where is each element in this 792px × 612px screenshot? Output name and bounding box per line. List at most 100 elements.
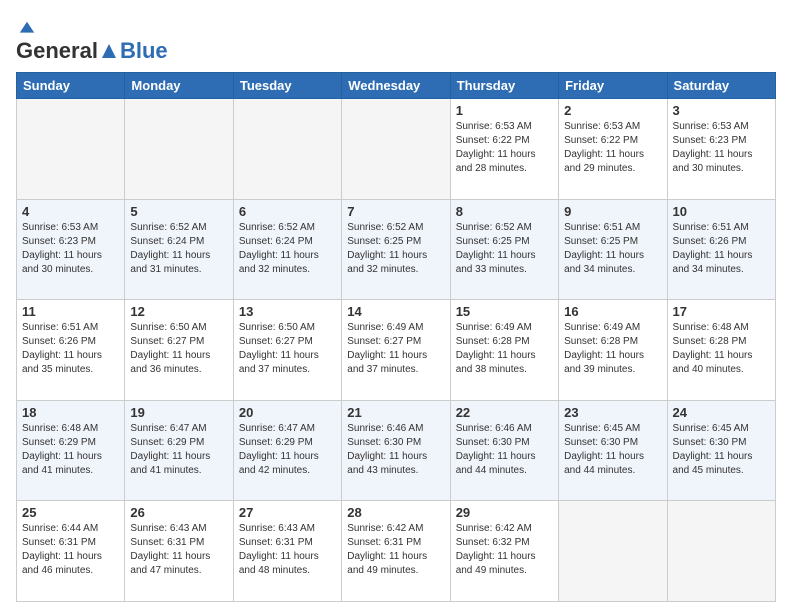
day-number: 15 <box>456 304 553 319</box>
day-number: 12 <box>130 304 227 319</box>
calendar-cell: 27 Sunrise: 6:43 AM Sunset: 6:31 PM Dayli… <box>233 501 341 602</box>
day-number: 1 <box>456 103 553 118</box>
day-number: 9 <box>564 204 661 219</box>
calendar-cell: 8Sunrise: 6:52 AM Sunset: 6:25 PM Daylig… <box>450 199 558 300</box>
day-number: 27 <box>239 505 336 520</box>
calendar-cell: 3 Sunrise: 6:53 AM Sunset: 6:23 PM Daylig… <box>667 99 775 200</box>
day-number: 2 <box>564 103 661 118</box>
day-info: Sunrise: 6:52 AM Sunset: 6:24 PM Dayligh… <box>130 221 227 277</box>
day-number: 5 <box>130 204 227 219</box>
day-number: 24 <box>673 405 770 420</box>
calendar-cell: 12 Sunrise: 6:50 AM Sunset: 6:27 PM Dayli… <box>125 300 233 401</box>
calendar-cell: 18 Sunrise: 6:48 AM Sunset: 6:29 PM Dayli… <box>17 400 125 501</box>
week-row-0: 1 Sunrise: 6:53 AM Sunset: 6:22 PM Daylig… <box>17 99 776 200</box>
calendar-cell: 25 Sunrise: 6:44 AM Sunset: 6:31 PM Dayli… <box>17 501 125 602</box>
calendar-cell: 5 Sunrise: 6:52 AM Sunset: 6:24 PM Daylig… <box>125 199 233 300</box>
day-number: 29 <box>456 505 553 520</box>
day-header-tuesday: Tuesday <box>233 73 341 99</box>
day-info: Sunrise: 6:42 AM Sunset: 6:32 PM Dayligh… <box>456 522 553 578</box>
day-info: Sunrise: 6:48 AM Sunset: 6:29 PM Dayligh… <box>22 422 119 478</box>
logo-icon <box>18 20 36 38</box>
day-number: 16 <box>564 304 661 319</box>
day-number: 3 <box>673 103 770 118</box>
day-info: Sunrise: 6:51 AM Sunset: 6:26 PM Dayligh… <box>673 221 770 277</box>
day-info: Sunrise: 6:52 AM Sunset: 6:24 PM Dayligh… <box>239 221 336 277</box>
calendar-cell <box>667 501 775 602</box>
day-info: Sunrise: 6:43 AM Sunset: 6:31 PM Dayligh… <box>239 522 336 578</box>
calendar-table: SundayMondayTuesdayWednesdayThursdayFrid… <box>16 72 776 602</box>
day-number: 7 <box>347 204 444 219</box>
logo: General Blue <box>16 16 168 64</box>
calendar-cell <box>559 501 667 602</box>
calendar-cell: 23Sunrise: 6:45 AM Sunset: 6:30 PM Dayli… <box>559 400 667 501</box>
day-number: 20 <box>239 405 336 420</box>
logo-blue-text: Blue <box>120 38 168 64</box>
calendar-cell: 10 Sunrise: 6:51 AM Sunset: 6:26 PM Dayli… <box>667 199 775 300</box>
day-info: Sunrise: 6:53 AM Sunset: 6:23 PM Dayligh… <box>22 221 119 277</box>
day-info: Sunrise: 6:49 AM Sunset: 6:27 PM Dayligh… <box>347 321 444 377</box>
page: General Blue SundayMondayTuesdayWednesda… <box>0 0 792 612</box>
calendar-cell: 2 Sunrise: 6:53 AM Sunset: 6:22 PM Daylig… <box>559 99 667 200</box>
calendar-cell: 1 Sunrise: 6:53 AM Sunset: 6:22 PM Daylig… <box>450 99 558 200</box>
day-info: Sunrise: 6:47 AM Sunset: 6:29 PM Dayligh… <box>130 422 227 478</box>
day-info: Sunrise: 6:49 AM Sunset: 6:28 PM Dayligh… <box>456 321 553 377</box>
day-header-friday: Friday <box>559 73 667 99</box>
day-header-wednesday: Wednesday <box>342 73 450 99</box>
day-info: Sunrise: 6:45 AM Sunset: 6:30 PM Dayligh… <box>564 422 661 478</box>
day-info: Sunrise: 6:50 AM Sunset: 6:27 PM Dayligh… <box>130 321 227 377</box>
calendar-cell <box>342 99 450 200</box>
day-number: 25 <box>22 505 119 520</box>
day-header-thursday: Thursday <box>450 73 558 99</box>
calendar-cell: 7Sunrise: 6:52 AM Sunset: 6:25 PM Daylig… <box>342 199 450 300</box>
day-info: Sunrise: 6:46 AM Sunset: 6:30 PM Dayligh… <box>456 422 553 478</box>
calendar-cell: 26 Sunrise: 6:43 AM Sunset: 6:31 PM Dayli… <box>125 501 233 602</box>
week-row-1: 4 Sunrise: 6:53 AM Sunset: 6:23 PM Daylig… <box>17 199 776 300</box>
day-header-sunday: Sunday <box>17 73 125 99</box>
day-info: Sunrise: 6:44 AM Sunset: 6:31 PM Dayligh… <box>22 522 119 578</box>
calendar-cell: 19 Sunrise: 6:47 AM Sunset: 6:29 PM Dayli… <box>125 400 233 501</box>
day-info: Sunrise: 6:53 AM Sunset: 6:22 PM Dayligh… <box>564 120 661 176</box>
day-number: 22 <box>456 405 553 420</box>
day-number: 11 <box>22 304 119 319</box>
day-info: Sunrise: 6:46 AM Sunset: 6:30 PM Dayligh… <box>347 422 444 478</box>
calendar-cell: 9 Sunrise: 6:51 AM Sunset: 6:25 PM Daylig… <box>559 199 667 300</box>
calendar-cell: 22 Sunrise: 6:46 AM Sunset: 6:30 PM Dayli… <box>450 400 558 501</box>
day-info: Sunrise: 6:53 AM Sunset: 6:22 PM Dayligh… <box>456 120 553 176</box>
day-number: 19 <box>130 405 227 420</box>
day-number: 28 <box>347 505 444 520</box>
day-info: Sunrise: 6:42 AM Sunset: 6:31 PM Dayligh… <box>347 522 444 578</box>
day-info: Sunrise: 6:48 AM Sunset: 6:28 PM Dayligh… <box>673 321 770 377</box>
calendar-cell: 11Sunrise: 6:51 AM Sunset: 6:26 PM Dayli… <box>17 300 125 401</box>
calendar-cell: 29 Sunrise: 6:42 AM Sunset: 6:32 PM Dayli… <box>450 501 558 602</box>
day-number: 26 <box>130 505 227 520</box>
day-number: 14 <box>347 304 444 319</box>
week-row-4: 25 Sunrise: 6:44 AM Sunset: 6:31 PM Dayli… <box>17 501 776 602</box>
header: General Blue <box>16 16 776 64</box>
logo-general-2: General <box>16 38 98 64</box>
day-info: Sunrise: 6:43 AM Sunset: 6:31 PM Dayligh… <box>130 522 227 578</box>
day-info: Sunrise: 6:53 AM Sunset: 6:23 PM Dayligh… <box>673 120 770 176</box>
calendar-cell: 17 Sunrise: 6:48 AM Sunset: 6:28 PM Dayli… <box>667 300 775 401</box>
calendar-cell: 15 Sunrise: 6:49 AM Sunset: 6:28 PM Dayli… <box>450 300 558 401</box>
calendar-cell: 28 Sunrise: 6:42 AM Sunset: 6:31 PM Dayli… <box>342 501 450 602</box>
calendar-cell <box>125 99 233 200</box>
day-number: 4 <box>22 204 119 219</box>
calendar-cell: 13 Sunrise: 6:50 AM Sunset: 6:27 PM Dayli… <box>233 300 341 401</box>
calendar-cell: 4 Sunrise: 6:53 AM Sunset: 6:23 PM Daylig… <box>17 199 125 300</box>
calendar-cell: 6Sunrise: 6:52 AM Sunset: 6:24 PM Daylig… <box>233 199 341 300</box>
day-info: Sunrise: 6:45 AM Sunset: 6:30 PM Dayligh… <box>673 422 770 478</box>
calendar-cell: 21 Sunrise: 6:46 AM Sunset: 6:30 PM Dayli… <box>342 400 450 501</box>
day-number: 21 <box>347 405 444 420</box>
day-number: 10 <box>673 204 770 219</box>
day-info: Sunrise: 6:50 AM Sunset: 6:27 PM Dayligh… <box>239 321 336 377</box>
calendar-cell: 20Sunrise: 6:47 AM Sunset: 6:29 PM Dayli… <box>233 400 341 501</box>
week-row-2: 11Sunrise: 6:51 AM Sunset: 6:26 PM Dayli… <box>17 300 776 401</box>
day-info: Sunrise: 6:51 AM Sunset: 6:25 PM Dayligh… <box>564 221 661 277</box>
day-number: 17 <box>673 304 770 319</box>
day-number: 18 <box>22 405 119 420</box>
week-row-3: 18 Sunrise: 6:48 AM Sunset: 6:29 PM Dayli… <box>17 400 776 501</box>
calendar-header-row: SundayMondayTuesdayWednesdayThursdayFrid… <box>17 73 776 99</box>
day-info: Sunrise: 6:49 AM Sunset: 6:28 PM Dayligh… <box>564 321 661 377</box>
day-number: 13 <box>239 304 336 319</box>
calendar-cell <box>17 99 125 200</box>
